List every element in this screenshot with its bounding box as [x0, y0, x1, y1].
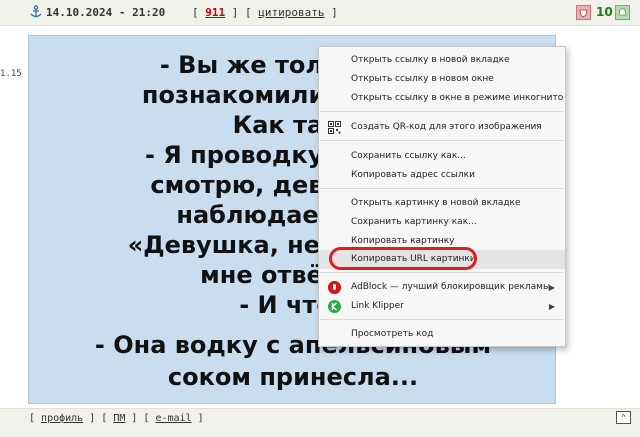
footer-links: [ профиль ] [ ПМ ] [ e-mail ]: [29, 413, 204, 424]
menu-adblock[interactable]: AdBlock — лучший блокировщик рекламы ▶: [319, 278, 565, 297]
post-date: 14.10.2024 - 21:20: [46, 6, 166, 19]
submenu-arrow-icon: ▶: [548, 302, 555, 311]
menu-copy-link-address[interactable]: Копировать адрес ссылки: [319, 166, 565, 185]
anchor-icon[interactable]: [29, 5, 43, 19]
menu-item-label: AdBlock — лучший блокировщик рекламы: [351, 282, 551, 292]
pm-link[interactable]: ПМ: [113, 413, 125, 424]
menu-link-klipper[interactable]: Link Klipper ▶: [319, 297, 565, 316]
menu-separator: [320, 319, 564, 320]
menu-separator: [320, 111, 564, 112]
context-menu: Открыть ссылку в новой вкладке Открыть с…: [318, 46, 566, 347]
scroll-top-icon[interactable]: ^: [616, 411, 631, 424]
rate-plus-icon[interactable]: [615, 5, 630, 20]
rating-score: 10: [596, 5, 613, 19]
menu-open-link-new-window[interactable]: Открыть ссылку в новом окне: [319, 70, 565, 89]
post-header: 14.10.2024 - 21:20 [ 911 ] [ цитировать …: [0, 0, 640, 26]
menu-copy-image[interactable]: Копировать картинку: [319, 232, 565, 251]
joke-line: соком принесла...: [167, 363, 419, 391]
qr-code-icon: [328, 121, 341, 134]
profile-link[interactable]: профиль: [41, 413, 83, 424]
menu-inspect[interactable]: Просмотреть код: [319, 325, 565, 344]
menu-separator: [320, 188, 564, 189]
menu-item-label: Link Klipper: [351, 301, 404, 311]
menu-separator: [320, 140, 564, 141]
post-footer: [ профиль ] [ ПМ ] [ e-mail ] ^: [0, 408, 640, 437]
submenu-arrow-icon: ▶: [548, 283, 555, 292]
menu-separator: [320, 272, 564, 273]
menu-create-qr-code[interactable]: Создать QR-код для этого изображения: [319, 118, 565, 137]
menu-save-link-as[interactable]: Сохранить ссылку как...: [319, 147, 565, 166]
menu-open-image-new-tab[interactable]: Открыть картинку в новой вкладке: [319, 194, 565, 213]
menu-item-label: Создать QR-код для этого изображения: [351, 122, 542, 132]
adblock-icon: [328, 281, 341, 294]
menu-copy-image-url[interactable]: Копировать URL картинки: [319, 250, 565, 269]
post-actions: [ 911 ] [ цитировать ]: [192, 6, 338, 19]
quote-link[interactable]: цитировать: [258, 6, 324, 19]
menu-open-link-incognito[interactable]: Открыть ссылку в окне в режиме инкогнито: [319, 89, 565, 108]
link-klipper-icon: [328, 300, 341, 313]
menu-open-link-new-tab[interactable]: Открыть ссылку в новой вкладке: [319, 51, 565, 70]
email-link[interactable]: e-mail: [155, 413, 191, 424]
menu-save-image-as[interactable]: Сохранить картинку как...: [319, 213, 565, 232]
rate-minus-icon[interactable]: [576, 5, 591, 20]
side-number: 1.15: [0, 69, 22, 79]
reply-number-link[interactable]: 911: [205, 6, 225, 19]
